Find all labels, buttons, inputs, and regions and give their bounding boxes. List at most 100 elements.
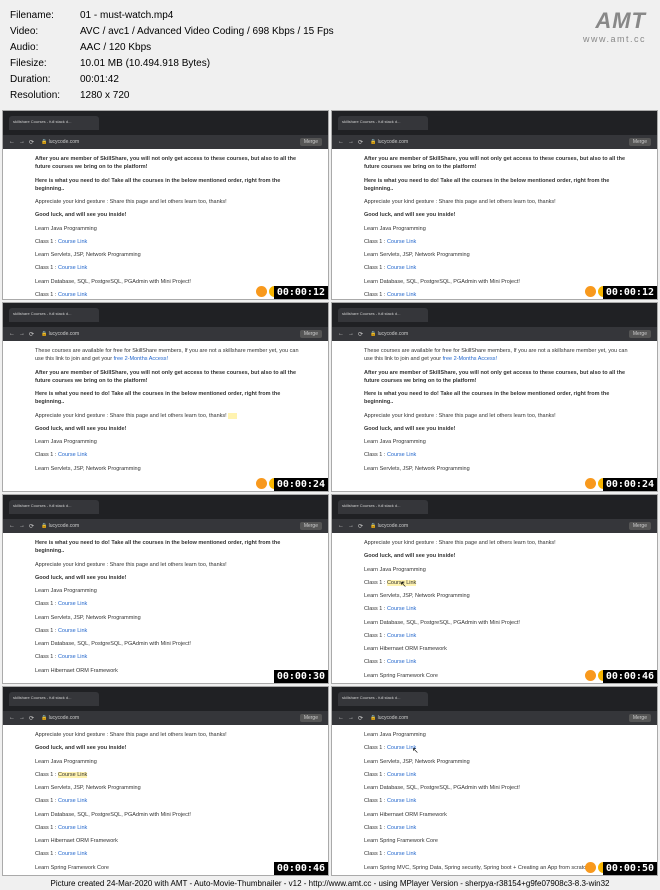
browser-tab[interactable]: skillshare Courses - full stack d... (338, 308, 428, 322)
class-line: Class 1 : Course Link (364, 771, 633, 779)
class-line: Class 1 : Course Link (35, 451, 304, 459)
class-line: Class 1 : Course Link (35, 238, 304, 246)
reload-icon[interactable]: ⟳ (358, 523, 364, 529)
class-line: Class 1 : Course Link (364, 238, 633, 246)
back-icon[interactable]: ← (338, 523, 344, 529)
merge-button[interactable]: Merge (300, 138, 322, 146)
thumbnail: skillshare Courses - full stack d... ← →… (331, 686, 658, 876)
reload-icon[interactable]: ⟳ (358, 139, 364, 145)
merge-button[interactable]: Merge (629, 138, 651, 146)
value-resolution: 1280 x 720 (80, 88, 130, 104)
back-icon[interactable]: ← (9, 523, 15, 529)
forward-icon[interactable]: → (348, 715, 354, 721)
forward-icon[interactable]: → (19, 523, 25, 529)
reload-icon[interactable]: ⟳ (29, 715, 35, 721)
rss-icon[interactable] (585, 862, 596, 873)
forward-icon[interactable]: → (19, 331, 25, 337)
class-line: Class 1 : Course Link (35, 264, 304, 272)
url-text[interactable]: 🔒 lucycode.com (41, 715, 79, 721)
thumbnail: skillshare Courses - full stack d... ← →… (331, 110, 658, 300)
forward-icon[interactable]: → (348, 139, 354, 145)
back-icon[interactable]: ← (338, 331, 344, 337)
browser-tab-bar: skillshare Courses - full stack d... (3, 687, 328, 711)
thumbnail: skillshare Courses - full stack d... ← →… (331, 494, 658, 684)
browser-tab-bar: skillshare Courses - full stack d... (3, 111, 328, 135)
reload-icon[interactable]: ⟳ (358, 331, 364, 337)
reload-icon[interactable]: ⟳ (29, 139, 35, 145)
merge-button[interactable]: Merge (629, 522, 651, 530)
timecode: 00:00:46 (603, 670, 657, 683)
browser-tab-bar: skillshare Courses - full stack d... (332, 303, 657, 327)
url-text[interactable]: 🔒 lucycode.com (370, 715, 408, 721)
forward-icon[interactable]: → (348, 331, 354, 337)
browser-tab[interactable]: skillshare Courses - full stack d... (9, 692, 99, 706)
reload-icon[interactable]: ⟳ (358, 715, 364, 721)
rss-icon[interactable] (256, 286, 267, 297)
value-duration: 00:01:42 (80, 72, 119, 88)
value-video: AVC / avc1 / Advanced Video Coding / 698… (80, 24, 334, 40)
merge-button[interactable]: Merge (300, 522, 322, 530)
class-line: Class 1 : Course Link (364, 744, 633, 752)
label-video: Video: (10, 24, 80, 40)
thumbnail: skillshare Courses - full stack d... ← →… (331, 302, 658, 492)
url-text[interactable]: 🔒 lucycode.com (41, 331, 79, 337)
label-audio: Audio: (10, 40, 80, 56)
merge-button[interactable]: Merge (629, 714, 651, 722)
url-text[interactable]: 🔒 lucycode.com (370, 139, 408, 145)
address-bar: ← → ⟳ 🔒 lucycode.com Merge (3, 135, 328, 149)
label-duration: Duration: (10, 72, 80, 88)
class-line: Class 1 : Course Link (364, 264, 633, 272)
url-text[interactable]: 🔒 lucycode.com (370, 523, 408, 529)
forward-icon[interactable]: → (348, 523, 354, 529)
merge-button[interactable]: Merge (629, 330, 651, 338)
class-line: Class 1 : Course Link (35, 824, 304, 832)
address-bar: ← → ⟳ 🔒 lucycode.com Merge (3, 327, 328, 341)
thumbnail: skillshare Courses - full stack d... ← →… (2, 302, 329, 492)
url-text[interactable]: 🔒 lucycode.com (41, 523, 79, 529)
reload-icon[interactable]: ⟳ (29, 331, 35, 337)
browser-tab[interactable]: skillshare Courses - full stack d... (338, 116, 428, 130)
label-resolution: Resolution: (10, 88, 80, 104)
browser-tab-bar: skillshare Courses - full stack d... (3, 303, 328, 327)
rss-icon[interactable] (585, 478, 596, 489)
timecode: 00:00:50 (603, 862, 657, 875)
rss-icon[interactable] (585, 670, 596, 681)
address-bar: ← → ⟳ 🔒 lucycode.com Merge (3, 519, 328, 533)
forward-icon[interactable]: → (19, 139, 25, 145)
cursor-icon: ↖ (400, 579, 407, 591)
back-icon[interactable]: ← (9, 331, 15, 337)
logo-url: www.amt.cc (583, 34, 646, 44)
address-bar: ← → ⟳ 🔒 lucycode.com Merge (332, 711, 657, 725)
class-line: Class 1 : Course Link (364, 658, 633, 666)
address-bar: ← → ⟳ 🔒 lucycode.com Merge (332, 519, 657, 533)
forward-icon[interactable]: → (19, 715, 25, 721)
class-line: Class 1 : Course Link (364, 824, 633, 832)
browser-tab[interactable]: skillshare Courses - full stack d... (9, 116, 99, 130)
rss-icon[interactable] (585, 286, 596, 297)
browser-tab-bar: skillshare Courses - full stack d... (332, 111, 657, 135)
browser-tab[interactable]: skillshare Courses - full stack d... (9, 500, 99, 514)
class-line: Class 1 : Course Link (364, 850, 633, 858)
back-icon[interactable]: ← (9, 139, 15, 145)
browser-tab[interactable]: skillshare Courses - full stack d... (338, 500, 428, 514)
back-icon[interactable]: ← (338, 715, 344, 721)
browser-tab[interactable]: skillshare Courses - full stack d... (9, 308, 99, 322)
merge-button[interactable]: Merge (300, 330, 322, 338)
merge-button[interactable]: Merge (300, 714, 322, 722)
url-text[interactable]: 🔒 lucycode.com (41, 139, 79, 145)
browser-tab[interactable]: skillshare Courses - full stack d... (338, 692, 428, 706)
url-text[interactable]: 🔒 lucycode.com (370, 331, 408, 337)
thumbnail: skillshare Courses - full stack d... ← →… (2, 494, 329, 684)
back-icon[interactable]: ← (9, 715, 15, 721)
page-content: Appreciate your kind gesture : Share thi… (332, 533, 657, 684)
page-content: Learn Java ProgrammingClass 1 : Course L… (332, 725, 657, 876)
class-line: Class 1 : Course Link (35, 771, 304, 779)
rss-icon[interactable] (256, 478, 267, 489)
label-filesize: Filesize: (10, 56, 80, 72)
thumbnail-grid: skillshare Courses - full stack d... ← →… (0, 108, 660, 878)
back-icon[interactable]: ← (338, 139, 344, 145)
footer-text: Picture created 24-Mar-2020 with AMT - A… (0, 877, 660, 890)
class-line: Class 1 : Course Link (35, 797, 304, 805)
class-line: Class 1 : Course Link (35, 600, 304, 608)
reload-icon[interactable]: ⟳ (29, 523, 35, 529)
